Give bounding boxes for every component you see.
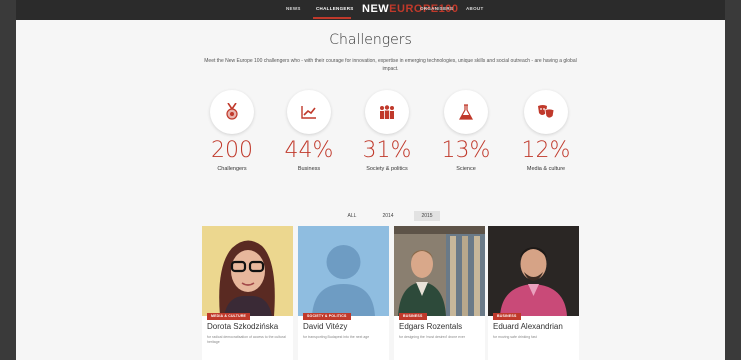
page-title: Challengers xyxy=(329,32,412,48)
stat-value: 13% xyxy=(441,138,491,163)
nav-item-about[interactable]: ABOUT xyxy=(466,6,484,11)
challenger-card[interactable]: SOCIETY & POLITICS David Vitézy for tran… xyxy=(298,226,389,360)
challenger-description: for transporting Budapest into the next … xyxy=(303,335,370,339)
stat-challengers: 200 Challengers xyxy=(192,90,272,172)
stat-value: 12% xyxy=(521,138,571,163)
challenger-name[interactable]: David Vitézy xyxy=(303,322,347,331)
stat-society-politics: 31% Society & politics xyxy=(347,90,427,172)
stat-label: Science xyxy=(456,166,476,172)
challenger-photo xyxy=(488,226,579,316)
top-nav-bar: NEWS CHALLENGERS NEWEUROPE100 ORGANISERS… xyxy=(16,0,725,20)
challenger-description: for moving safe drinking fast xyxy=(493,335,537,339)
avatar-placeholder-icon xyxy=(298,226,389,316)
page: NEWS CHALLENGERS NEWEUROPE100 ORGANISERS… xyxy=(16,0,725,360)
stat-value: 31% xyxy=(362,138,412,163)
stat-label: Media & culture xyxy=(526,166,566,172)
nav-item-news[interactable]: NEWS xyxy=(286,6,301,11)
category-tag: BUSINESS xyxy=(399,313,427,320)
stat-business: 44% Business xyxy=(269,90,349,172)
stat-label: Challengers xyxy=(217,166,247,172)
filter-2015[interactable]: 2015 xyxy=(414,211,440,221)
nav-item-organisers[interactable]: ORGANISERS xyxy=(420,6,453,11)
challenger-name[interactable]: Dorota Szkodzińska xyxy=(207,322,278,331)
challenger-description: for radical democratisation of access to… xyxy=(207,335,286,344)
stat-value: 200 xyxy=(211,138,253,163)
stat-value: 44% xyxy=(284,138,334,163)
challenger-description: for designing the 'most desired' drone e… xyxy=(399,335,465,339)
category-tag: MEDIA & CULTURE xyxy=(207,313,251,320)
category-tag: BUSINESS xyxy=(493,313,521,320)
people-icon xyxy=(365,90,409,134)
challenger-card[interactable]: BUSINESS Eduard Alexandrian for moving s… xyxy=(488,226,579,360)
stat-label: Society & politics xyxy=(366,166,408,172)
filter-all[interactable]: ALL xyxy=(344,211,360,221)
challenger-photo xyxy=(394,226,485,316)
active-nav-indicator xyxy=(313,17,351,19)
flask-icon xyxy=(444,90,488,134)
category-tag: SOCIETY & POLITICS xyxy=(303,313,351,320)
stat-label: Business xyxy=(297,166,321,172)
challenger-card[interactable]: MEDIA & CULTURE Dorota Szkodzińska for r… xyxy=(202,226,293,360)
challenger-name[interactable]: Eduard Alexandrian xyxy=(493,322,563,331)
line-chart-icon xyxy=(287,90,331,134)
stat-media-culture: 12% Media & culture xyxy=(506,90,586,172)
theater-masks-icon xyxy=(524,90,568,134)
challenger-photo xyxy=(202,226,293,316)
intro-text: Meet the New Europe 100 challengers who … xyxy=(204,58,577,72)
challenger-card[interactable]: BUSINESS Edgars Rozentals for designing … xyxy=(394,226,485,360)
nav-item-challengers[interactable]: CHALLENGERS xyxy=(316,6,354,11)
challenger-name[interactable]: Edgars Rozentals xyxy=(399,322,462,331)
year-filter: ALL 2014 2015 xyxy=(16,211,725,221)
medal-icon xyxy=(210,90,254,134)
filter-2014[interactable]: 2014 xyxy=(378,211,398,221)
stat-science: 13% Science xyxy=(426,90,506,172)
